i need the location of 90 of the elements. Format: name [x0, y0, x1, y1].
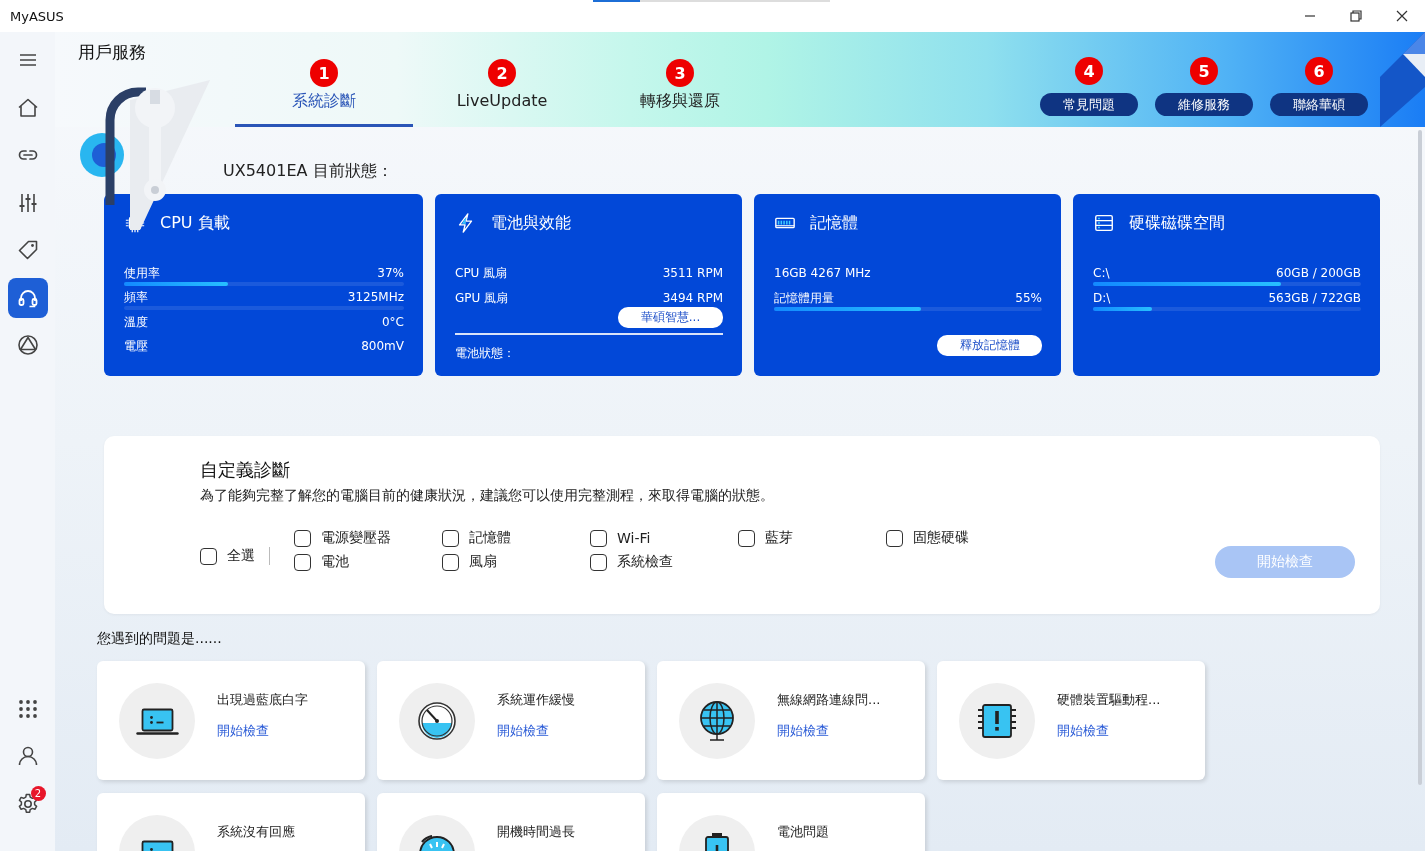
gauge-icon — [418, 702, 456, 740]
step-marker: 1 — [310, 59, 338, 87]
stat-value: 0°C — [382, 313, 404, 331]
checkbox-label: 系統檢查 — [617, 553, 673, 571]
step-marker: 6 — [1305, 57, 1333, 85]
laptop-icon — [135, 707, 179, 735]
notification-badge: 2 — [30, 785, 46, 801]
stat-value: 55% — [1015, 290, 1042, 307]
storage-list-icon — [1093, 212, 1115, 234]
step-marker: 3 — [666, 59, 694, 87]
start-check-link[interactable]: 開始檢查 — [217, 722, 308, 740]
problem-card[interactable]: 開機時間過長 — [377, 793, 645, 851]
restore-icon — [1350, 10, 1362, 22]
stat-label: 記憶體用量 — [774, 290, 834, 307]
close-icon — [1396, 10, 1408, 22]
checkbox[interactable] — [590, 553, 607, 571]
stat-value: 563GB / 722GB — [1268, 290, 1361, 307]
tab[interactable]: 3 轉移與還原 — [591, 32, 769, 127]
stat-label: C:\ — [1093, 265, 1110, 282]
stat-label: D:\ — [1093, 290, 1111, 307]
card-title: 電池與效能 — [491, 212, 571, 234]
section-description: 為了能夠完整了解您的電腦目前的健康狀況，建議您可以使用完整測程，來取得電腦的狀態。 — [200, 487, 775, 505]
stat-label: GPU 風扇 — [455, 290, 509, 307]
problem-title: 系統運作緩慢 — [497, 691, 575, 709]
problem-card[interactable]: 硬體裝置驅動程... 開始檢查 — [937, 661, 1205, 780]
card-title: 記憶體 — [810, 212, 858, 234]
card-title: CPU 負載 — [160, 212, 230, 234]
settings-nav-item[interactable]: 2 — [7, 783, 48, 824]
start-check-link[interactable]: 開始檢查 — [497, 722, 575, 740]
stat-label: 溫度 — [124, 313, 148, 331]
problem-title: 電池問題 — [777, 823, 829, 841]
start-check-link[interactable]: 開始檢查 — [1057, 722, 1161, 740]
checkbox[interactable] — [442, 553, 459, 571]
problem-title: 無線網路連線問... — [777, 691, 881, 709]
checkbox[interactable] — [442, 529, 459, 547]
checkbox-label: 風扇 — [469, 553, 497, 571]
problem-title: 開機時間過長 — [497, 823, 575, 841]
checkbox-label: 記憶體 — [469, 529, 511, 547]
chip-alert-icon — [977, 704, 1017, 738]
checkbox[interactable] — [590, 529, 607, 547]
problem-card[interactable]: 系統運作緩慢 開始檢查 — [377, 661, 645, 780]
header-button[interactable]: 聯絡華碩 — [1270, 93, 1368, 116]
header-button[interactable]: 維修服務 — [1155, 93, 1253, 116]
start-check-link[interactable]: 開始檢查 — [777, 722, 881, 740]
problems-heading: 您遇到的問題是...... — [97, 629, 223, 647]
checkbox-label: 藍芽 — [765, 529, 793, 547]
step-marker: 5 — [1190, 57, 1218, 85]
checkbox[interactable] — [294, 553, 311, 571]
problem-title: 系統沒有回應 — [217, 823, 295, 841]
checkbox-label: 固態硬碟 — [913, 529, 969, 547]
section-title: 自定義診斷 — [200, 458, 291, 482]
problem-card[interactable]: 系統沒有回應 — [97, 793, 365, 851]
checkbox-label: Wi-Fi — [617, 530, 651, 546]
problem-card[interactable]: 出現過藍底白字 開始檢查 — [97, 661, 365, 780]
status-note: 電池狀態： — [455, 333, 723, 362]
stat-value: 3511 RPM — [662, 265, 723, 282]
checkbox[interactable] — [886, 529, 903, 547]
problem-title: 出現過藍底白字 — [217, 691, 308, 709]
step-marker: 2 — [488, 59, 516, 87]
card-button[interactable]: 釋放記憶體 — [937, 335, 1042, 356]
tab[interactable]: 1 系統診斷 — [235, 32, 413, 127]
checkbox-label: 電源變壓器 — [321, 529, 391, 547]
stat-label: CPU 風扇 — [455, 265, 508, 282]
globe-icon — [700, 701, 734, 741]
problem-card[interactable]: 電池問題 — [657, 793, 925, 851]
tab[interactable]: 2 LiveUpdate — [413, 32, 591, 127]
stat-value: 3125MHz — [347, 289, 404, 307]
headset-nav-item[interactable] — [7, 277, 48, 318]
checkbox-label: 全選 — [227, 547, 255, 565]
problem-title: 硬體裝置驅動程... — [1057, 691, 1161, 709]
window-title: MyASUS — [10, 8, 65, 24]
stat-value: 60GB / 200GB — [1276, 265, 1361, 282]
step-marker: 4 — [1075, 57, 1103, 85]
checkbox[interactable] — [738, 529, 755, 547]
checkbox[interactable] — [200, 547, 217, 565]
stat-value: 800mV — [361, 337, 404, 355]
checkbox-label: 電池 — [321, 553, 349, 571]
spec-text: 16GB 4267 MHz — [774, 265, 872, 282]
stat-label: 頻率 — [124, 289, 148, 307]
header-button[interactable]: 常見問題 — [1040, 93, 1138, 116]
status-heading: UX5401EA 目前狀態： — [223, 161, 394, 181]
card-title: 硬碟磁碟空間 — [1129, 212, 1225, 234]
card-button[interactable]: 華碩智慧... — [618, 307, 723, 328]
page-title: 用戶服務 — [77, 41, 147, 64]
checkbox[interactable] — [294, 529, 311, 547]
stat-label: 使用率 — [124, 265, 160, 282]
problem-card[interactable]: 無線網路連線問... 開始檢查 — [657, 661, 925, 780]
stat-value: 3494 RPM — [662, 290, 723, 307]
stat-value: 37% — [377, 265, 404, 282]
stat-label: 電壓 — [124, 337, 148, 355]
